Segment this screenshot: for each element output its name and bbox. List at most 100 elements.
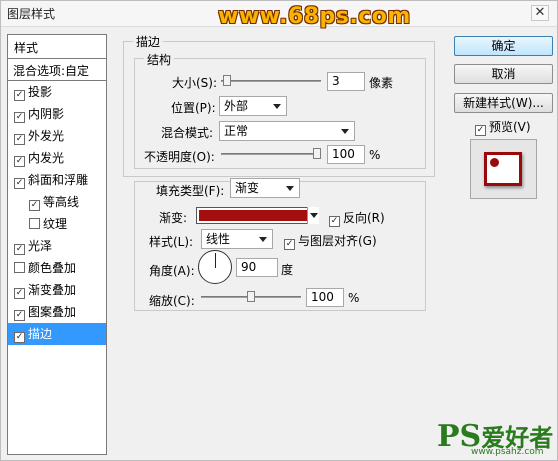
preview-checkbox[interactable]: ✓ 预览(V) [475,118,531,136]
style-item-label: 内发光 [28,151,65,165]
size-slider[interactable] [221,75,321,86]
preview-check-icon[interactable]: ✓ [475,125,486,136]
chevron-down-icon [286,186,294,191]
opacity-slider[interactable] [221,148,321,159]
scale-label: 缩放(C): [149,294,195,308]
position-label: 位置(P): [171,101,216,115]
scale-input[interactable]: 100 [306,288,344,307]
style-item-label: 描边 [28,327,53,341]
size-slider-thumb[interactable] [223,75,231,86]
style-item-label: 纹理 [43,217,68,231]
blending-options-item[interactable]: 混合选项:自定 [8,59,106,81]
checkbox-checked-icon[interactable]: ✓ [14,134,25,145]
new-style-button[interactable]: 新建样式(W)... [454,93,553,113]
style-value: 线性 [206,232,231,246]
angle-needle [215,253,216,268]
checkbox-unchecked-icon[interactable] [14,262,25,273]
chevron-down-icon [259,237,267,242]
structure-title: 结构 [144,51,175,68]
position-value: 外部 [224,99,249,113]
style-item-label: 外发光 [28,129,65,143]
style-item[interactable]: ✓ 图案叠加 [8,301,106,323]
chevron-down-icon[interactable] [307,207,319,224]
fill-type-value: 渐变 [235,181,260,195]
align-label: 与图层对齐(G) [298,234,377,248]
stroke-section-title: 描边 [133,33,164,50]
scale-slider-thumb[interactable] [247,291,255,302]
blend-mode-label: 混合模式: [161,126,214,140]
reverse-checkbox[interactable]: ✓ 反向(R) [329,209,385,227]
preview-label: 预览(V) [489,120,531,134]
style-item[interactable]: ✓ 描边 [8,323,106,345]
style-item[interactable]: ✓ 渐变叠加 [8,279,106,301]
cancel-button[interactable]: 取消 [454,64,553,84]
style-item-label: 投影 [28,85,53,99]
checkbox-checked-icon[interactable]: ✓ [29,200,40,211]
checkbox-checked-icon[interactable]: ✓ [14,90,25,101]
fill-type-select[interactable]: 渐变 [230,178,300,198]
style-item-label: 图案叠加 [28,305,77,319]
scale-unit: % [348,291,360,305]
gradient-label: 渐变: [159,211,188,225]
align-check-icon[interactable]: ✓ [284,239,295,250]
style-item[interactable]: ✓ 外发光 [8,125,106,147]
watermark-top: www.68ps.com [218,4,411,29]
window-title: 图层样式 [7,7,56,21]
style-item[interactable]: ✓ 投影 [8,81,106,103]
close-button[interactable]: ✕ [531,5,549,21]
checkbox-checked-icon[interactable]: ✓ [14,156,25,167]
checkbox-checked-icon[interactable]: ✓ [14,310,25,321]
gradient-preview [199,210,315,221]
style-item[interactable]: 颜色叠加 [8,257,106,279]
angle-dial[interactable] [198,250,232,284]
style-item-label: 等高线 [43,195,80,209]
style-item[interactable]: ✓ 内阴影 [8,103,106,125]
size-label: 大小(S): [172,76,218,90]
angle-input[interactable]: 90 [236,258,278,277]
checkbox-checked-icon[interactable]: ✓ [14,332,25,343]
style-item[interactable]: 纹理 [8,213,106,235]
title-bar: 图层样式 www.68ps.com ✕ [1,1,557,29]
blend-mode-value: 正常 [224,124,249,138]
size-input[interactable]: 3 [327,72,365,91]
style-item[interactable]: ✓ 内发光 [8,147,106,169]
ok-button[interactable]: 确定 [454,36,553,56]
style-item[interactable]: ✓ 斜面和浮雕 [8,169,106,191]
opacity-slider-thumb[interactable] [313,148,321,159]
opacity-input[interactable]: 100 [327,145,365,164]
preview-dot [490,158,499,167]
chevron-down-icon [341,129,349,134]
gradient-picker[interactable] [196,207,319,224]
scale-slider[interactable] [201,291,301,302]
style-item-label: 斜面和浮雕 [28,173,89,187]
styles-header[interactable]: 样式 [8,35,106,59]
angle-label: 角度(A): [149,264,195,278]
opacity-label: 不透明度(O): [144,150,215,164]
style-label: 样式(L): [149,235,194,249]
styles-list: 样式 混合选项:自定 ✓ 投影 ✓ 内阴影 ✓ 外发光 ✓ 内发光 ✓ 斜面和浮雕 ✓ 等高线 纹理 ✓ 光… [7,34,107,455]
watermark-url: www.psahz.com [471,447,544,457]
chevron-down-icon [273,104,281,109]
checkbox-checked-icon[interactable]: ✓ [14,288,25,299]
align-checkbox[interactable]: ✓ 与图层对齐(G) [284,232,377,250]
style-item-label: 颜色叠加 [28,261,77,275]
reverse-label: 反向(R) [343,211,385,225]
style-item-label: 渐变叠加 [28,283,77,297]
checkbox-checked-icon[interactable]: ✓ [14,244,25,255]
blend-mode-select[interactable]: 正常 [219,121,355,141]
reverse-check-icon[interactable]: ✓ [329,216,340,227]
layer-style-dialog: 图层样式 www.68ps.com ✕ 样式 混合选项:自定 ✓ 投影 ✓ 内阴影 ✓ 外… [0,0,558,461]
style-item[interactable]: ✓ 光泽 [8,235,106,257]
fill-type-label: 填充类型(F): [156,184,225,198]
style-item-label: 内阴影 [28,107,65,121]
style-preview [470,139,537,199]
position-select[interactable]: 外部 [219,96,287,116]
style-item-label: 光泽 [28,239,53,253]
checkbox-checked-icon[interactable]: ✓ [14,178,25,189]
size-unit: 像素 [369,76,394,90]
checkbox-checked-icon[interactable]: ✓ [14,112,25,123]
checkbox-unchecked-icon[interactable] [29,218,40,229]
opacity-unit: % [369,148,381,162]
style-item[interactable]: ✓ 等高线 [8,191,106,213]
style-select[interactable]: 线性 [201,229,273,249]
